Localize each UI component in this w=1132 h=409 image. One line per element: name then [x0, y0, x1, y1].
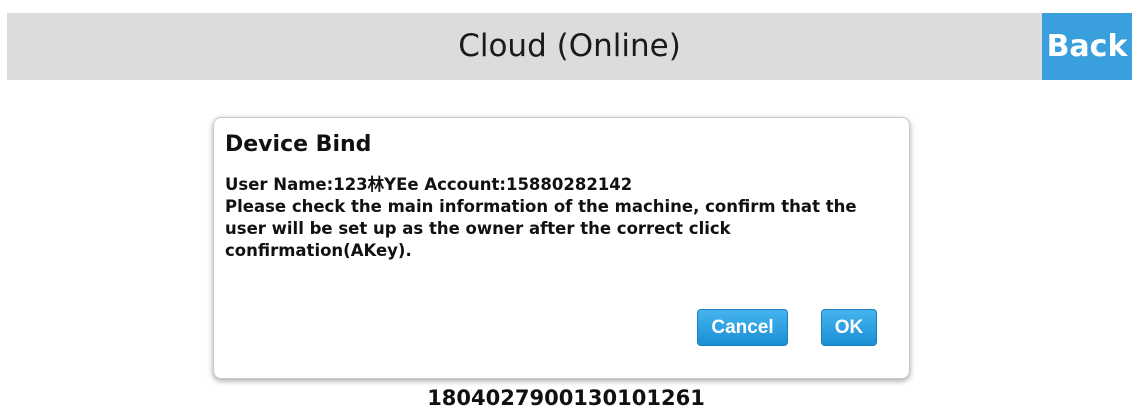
device-id-label: 1804027900130101261	[427, 386, 705, 409]
dialog-title: Device Bind	[225, 132, 372, 157]
dialog-user-line: User Name:123林YEe Account:15880282142	[225, 175, 633, 194]
device-bind-dialog: Device Bind User Name:123林YEe Account:15…	[213, 117, 910, 379]
back-button[interactable]: Back	[1042, 13, 1132, 80]
ok-button[interactable]: OK	[821, 309, 877, 346]
cancel-button[interactable]: Cancel	[697, 309, 788, 346]
page: Cloud (Online) Back Device Bind User Nam…	[0, 0, 1132, 409]
page-title: Cloud (Online)	[458, 28, 681, 64]
header-bar: Cloud (Online) Back	[7, 13, 1132, 80]
dialog-message: Please check the main information of the…	[225, 197, 857, 260]
dialog-body: User Name:123林YEe Account:15880282142 Pl…	[225, 174, 900, 262]
